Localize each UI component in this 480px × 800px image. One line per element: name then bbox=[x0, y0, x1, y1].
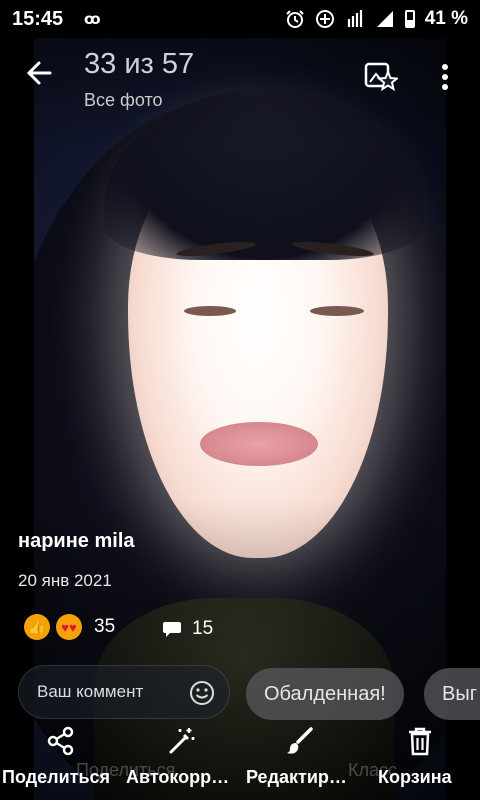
post-date: 20 янв 2021 bbox=[18, 571, 112, 590]
comments-count: 15 bbox=[192, 618, 214, 639]
share-button[interactable]: Поделиться bbox=[0, 720, 122, 800]
photo-eye-left bbox=[184, 306, 236, 316]
brush-icon bbox=[287, 727, 313, 754]
status-time: 15:45 bbox=[12, 7, 64, 30]
edit-button[interactable]: Редактир… bbox=[244, 720, 368, 800]
signal-2-icon bbox=[376, 11, 393, 27]
trash-icon bbox=[409, 727, 431, 756]
battery-percent: 41 % bbox=[424, 8, 468, 29]
comment-input[interactable]: Ваш коммент bbox=[18, 665, 230, 719]
back-button[interactable] bbox=[24, 58, 54, 96]
quick-reply-chip[interactable]: Обалденная! bbox=[246, 668, 404, 720]
infinity-icon: ꝏ bbox=[84, 11, 101, 28]
arrow-left-icon bbox=[26, 61, 52, 85]
heart-eyes-emoji-icon: ♥♥ bbox=[56, 614, 82, 640]
album-star-icon[interactable] bbox=[364, 60, 398, 94]
photo-lips bbox=[200, 422, 318, 466]
photo-counter: 33 из 57 bbox=[84, 48, 195, 80]
comment-placeholder: Ваш коммент bbox=[37, 682, 144, 701]
comments-button[interactable]: 15 bbox=[162, 618, 213, 640]
edit-label: Редактир… bbox=[246, 767, 347, 787]
status-bar: 15:45 ꝏ 41 % bbox=[0, 0, 480, 38]
status-icons: 41 % bbox=[285, 8, 468, 30]
signal-icon bbox=[347, 10, 362, 27]
share-icon bbox=[47, 726, 74, 756]
share-label: Поделиться bbox=[2, 767, 111, 787]
more-options-button[interactable] bbox=[438, 62, 452, 97]
alarm-icon bbox=[285, 10, 304, 28]
trash-label: Корзина bbox=[378, 767, 452, 787]
quick-reply-chip[interactable]: Выг bbox=[424, 668, 480, 720]
battery-icon bbox=[404, 10, 415, 28]
more-vertical-icon bbox=[442, 64, 448, 90]
data-saver-icon bbox=[315, 10, 334, 28]
autocorrect-label: Автокорр… bbox=[126, 767, 230, 787]
trash-button[interactable]: Корзина bbox=[368, 720, 480, 800]
photo-eye-right bbox=[310, 306, 364, 316]
smile-icon[interactable] bbox=[189, 680, 215, 706]
reactions[interactable]: 👍 ♥♥ 35 bbox=[24, 614, 115, 640]
bottom-action-bar: Поделиться Автокорр… Редактир… Корзина bbox=[0, 720, 480, 800]
comment-bubble-icon bbox=[163, 622, 181, 637]
thumbs-up-emoji-icon: 👍 bbox=[24, 614, 50, 640]
likes-count: 35 bbox=[94, 616, 116, 637]
autocorrect-button[interactable]: Автокорр… bbox=[122, 720, 244, 800]
author-name[interactable]: нарине mila bbox=[18, 530, 135, 553]
album-link[interactable]: Все фото bbox=[84, 90, 163, 111]
magic-wand-icon bbox=[169, 728, 195, 754]
